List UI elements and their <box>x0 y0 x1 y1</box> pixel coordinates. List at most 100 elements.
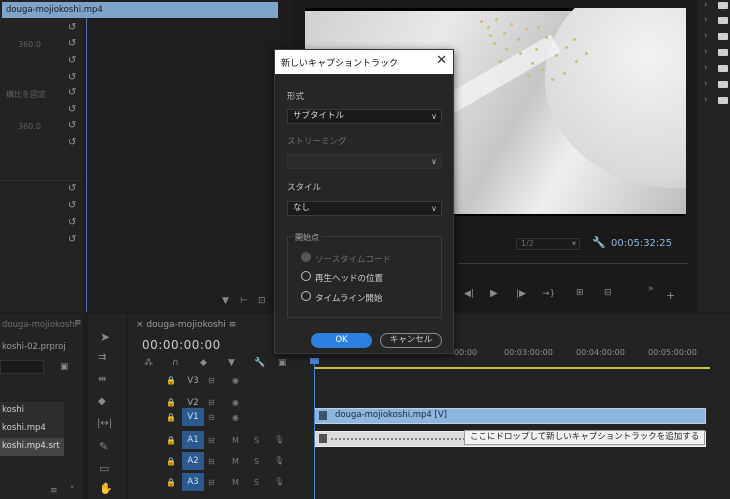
slip-tool-icon[interactable]: |↔| <box>97 418 112 429</box>
work-area-bar[interactable] <box>314 367 710 369</box>
filter-icon[interactable]: ▼ <box>222 296 229 306</box>
reset-icon[interactable]: ↺ <box>68 234 76 245</box>
sync-lock-icon[interactable]: ⊟ <box>208 413 215 422</box>
sync-lock-icon[interactable]: ⊟ <box>208 398 215 407</box>
value-field[interactable]: 360.0 <box>18 40 41 49</box>
value-field[interactable]: 360.0 <box>18 122 41 131</box>
bin-icon[interactable]: ▣ <box>60 362 69 372</box>
reset-icon[interactable]: ↺ <box>68 183 76 194</box>
chevron-right-icon[interactable]: › <box>704 95 708 105</box>
folder-icon[interactable] <box>718 33 728 40</box>
lock-icon[interactable]: 🔒 <box>166 457 176 466</box>
reset-icon[interactable]: ↺ <box>68 137 76 148</box>
track-select-icon[interactable]: ⇉ <box>98 352 106 363</box>
video-clip[interactable]: douga-mojiokoshi.mp4 [V] <box>314 408 706 424</box>
folder-icon[interactable] <box>718 81 728 88</box>
chevron-down-icon[interactable]: ˅ <box>70 486 75 496</box>
mute-icon[interactable]: M <box>232 478 239 487</box>
caption-icon[interactable]: ▣ <box>278 358 287 368</box>
marker-icon[interactable]: ◆ <box>200 358 207 368</box>
track-label[interactable]: A1 <box>182 431 204 449</box>
pen-tool-icon[interactable]: ✎ <box>99 440 108 453</box>
chevron-right-icon[interactable]: › <box>704 79 708 89</box>
eye-icon[interactable]: ◉ <box>232 413 239 422</box>
rectangle-tool-icon[interactable]: ▭ <box>99 462 109 475</box>
play-icon[interactable]: ▶ <box>490 288 498 299</box>
lock-icon[interactable]: 🔒 <box>166 436 176 445</box>
razor-tool-icon[interactable]: ◆ <box>98 396 106 407</box>
wrench-icon[interactable]: 🔧 <box>592 236 606 249</box>
ripple-edit-icon[interactable]: ⇹ <box>98 374 106 385</box>
hand-tool-icon[interactable]: ✋ <box>99 482 113 495</box>
sync-lock-icon[interactable]: ⊟ <box>208 457 215 466</box>
playhead-handle[interactable] <box>310 358 319 364</box>
step-forward-icon[interactable]: |▶ <box>516 289 526 299</box>
list-item[interactable]: koshi.mp4.srt <box>0 438 64 456</box>
folder-icon[interactable] <box>718 2 728 9</box>
mic-icon[interactable]: 🎙 <box>274 456 284 465</box>
playhead[interactable] <box>314 359 315 499</box>
chevron-right-icon[interactable]: › <box>704 47 708 57</box>
reset-icon[interactable]: ↺ <box>68 55 76 66</box>
style-select[interactable]: なし ∨ <box>287 201 442 216</box>
close-icon[interactable]: × <box>136 320 146 330</box>
folder-icon[interactable] <box>718 49 728 56</box>
extract-icon[interactable]: ⊟ <box>604 288 612 298</box>
track-label[interactable]: A3 <box>182 473 204 491</box>
menu-icon[interactable]: ≡ <box>74 318 82 328</box>
insert-icon[interactable]: ⊢ <box>240 296 248 306</box>
resolution-select[interactable]: 1/2 ▾ <box>516 238 580 250</box>
solo-icon[interactable]: S <box>254 478 259 487</box>
list-item[interactable]: koshi <box>0 402 64 420</box>
linked-selection-icon[interactable]: ∩ <box>172 358 179 368</box>
reset-icon[interactable]: ↺ <box>68 38 76 49</box>
radio-timeline-start[interactable] <box>301 291 311 301</box>
reset-icon[interactable]: ↺ <box>68 87 76 98</box>
lock-icon[interactable]: 🔒 <box>166 376 176 385</box>
selection-tool-icon[interactable]: ➤ <box>100 330 110 344</box>
reset-icon[interactable]: ↺ <box>68 22 76 33</box>
overwrite-icon[interactable]: ⊡ <box>258 296 266 306</box>
solo-icon[interactable]: S <box>254 457 259 466</box>
radio-playhead[interactable] <box>301 271 311 281</box>
step-back-icon[interactable]: ◀| <box>464 289 474 299</box>
track-label[interactable]: V3 <box>182 372 204 390</box>
reset-icon[interactable]: ↺ <box>68 120 76 131</box>
mute-icon[interactable]: M <box>232 436 239 445</box>
cancel-button[interactable]: キャンセル <box>380 333 442 348</box>
chevron-right-icon[interactable]: › <box>704 15 708 25</box>
list-view-icon[interactable]: ≡ <box>50 486 58 496</box>
monitor-ruler[interactable] <box>458 263 688 271</box>
lock-icon[interactable]: 🔒 <box>166 413 176 422</box>
format-select[interactable]: サブタイトル ∨ <box>287 109 442 124</box>
reset-icon[interactable]: ↺ <box>68 104 76 115</box>
folder-icon[interactable] <box>718 17 728 24</box>
lock-icon[interactable]: 🔒 <box>166 478 176 487</box>
chevron-right-icon[interactable]: › <box>704 63 708 73</box>
lift-icon[interactable]: ⊞ <box>576 288 584 298</box>
chevron-right-icon[interactable]: › <box>704 0 708 10</box>
mute-icon[interactable]: M <box>232 457 239 466</box>
sync-lock-icon[interactable]: ⊟ <box>208 478 215 487</box>
settings-icon[interactable]: 🔧 <box>254 358 265 368</box>
go-to-out-icon[interactable]: →} <box>542 289 555 299</box>
eye-icon[interactable]: ◉ <box>232 376 239 385</box>
mic-icon[interactable]: 🎙 <box>274 435 284 444</box>
close-icon[interactable]: ✕ <box>436 53 447 68</box>
add-button-icon[interactable]: + <box>666 289 675 302</box>
snap-icon[interactable]: ⁂ <box>144 358 153 368</box>
eye-icon[interactable]: ◉ <box>232 398 239 407</box>
timeline-tab[interactable]: × douga-mojiokoshi ≡ <box>136 320 236 330</box>
expand-icon[interactable]: » <box>648 284 654 294</box>
menu-icon[interactable]: ≡ <box>229 320 237 330</box>
reset-icon[interactable]: ↺ <box>68 200 76 211</box>
solo-icon[interactable]: S <box>254 436 259 445</box>
reset-icon[interactable]: ↺ <box>68 217 76 228</box>
chevron-right-icon[interactable]: › <box>704 31 708 41</box>
folder-icon[interactable] <box>718 97 728 104</box>
list-item[interactable]: koshi.mp4 <box>0 420 64 438</box>
project-tab[interactable]: douga-mojiokoshi <box>2 320 77 330</box>
source-clip-item[interactable]: douga-mojiokoshi.mp4 <box>2 2 278 18</box>
lock-icon[interactable]: 🔒 <box>166 398 176 407</box>
track-label[interactable]: V1 <box>182 408 204 426</box>
